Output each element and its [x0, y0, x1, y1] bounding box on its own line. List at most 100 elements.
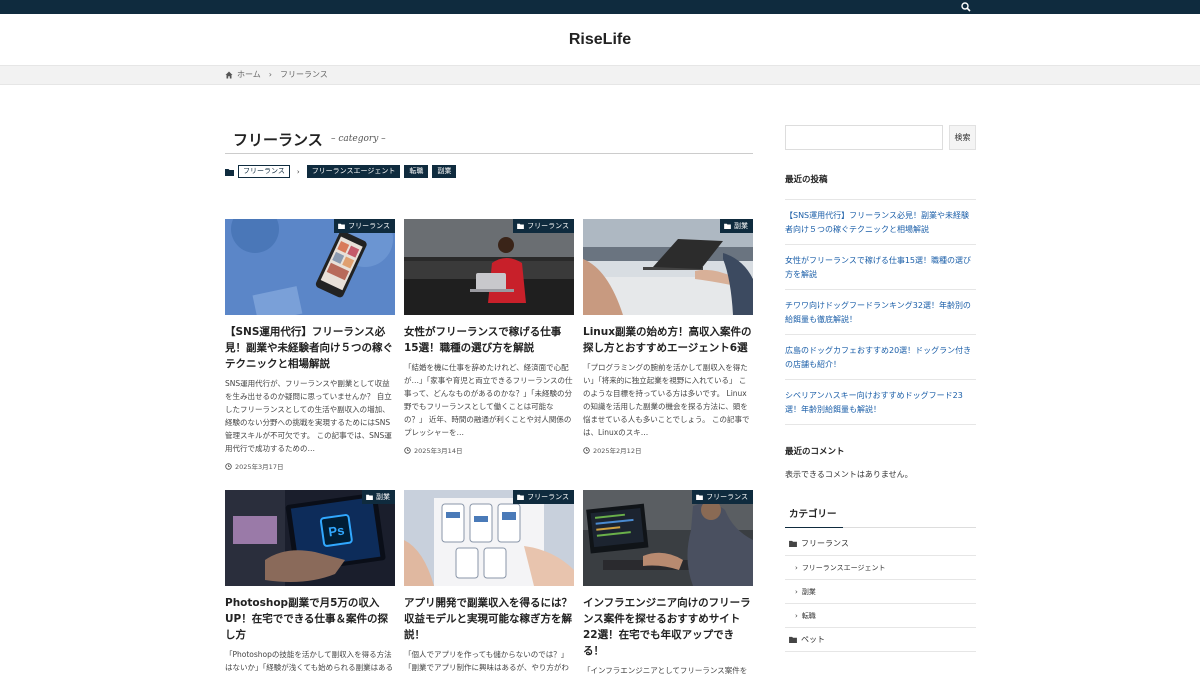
post-excerpt: SNS運用代行が、フリーランスや副業として収益を生み出せるのか疑問に思っていませ…	[225, 379, 392, 453]
breadcrumb-current: フリーランス	[279, 70, 328, 79]
post-title[interactable]: 【SNS運用代行】フリーランス必見！副業や未経験者向け５つの稼ぐテクニックと相場…	[225, 324, 395, 372]
post-category-badge: 副業	[362, 490, 395, 504]
recent-post-link[interactable]: 【SNS運用代行】フリーランス必見！副業や未経験者向け５つの稼ぐテクニックと相場…	[785, 200, 976, 245]
post-card[interactable]: フリーランス インフラエンジニア向けのフリーランス案件を探せるおすすめサイト22…	[583, 490, 753, 675]
recent-posts-widget: 最近の投稿 【SNS運用代行】フリーランス必見！副業や未経験者向け５つの稼ぐテク…	[785, 173, 976, 425]
chevron-right-icon: ›	[795, 563, 798, 572]
category-label: ペット	[801, 635, 825, 644]
badge-label: フリーランス	[706, 493, 748, 501]
categories-title: カテゴリー	[785, 506, 843, 528]
site-title[interactable]: RiseLife	[569, 31, 631, 49]
category-tag-child[interactable]: フリーランスエージェント	[306, 165, 401, 178]
category-item[interactable]: フリーランス	[785, 532, 976, 556]
badge-label: フリーランス	[527, 222, 569, 230]
category-item[interactable]: › 転職	[785, 604, 976, 628]
folder-icon	[789, 636, 797, 643]
post-category-badge: フリーランス	[334, 219, 395, 233]
category-item[interactable]: › 副業	[785, 580, 976, 604]
category-tag-child[interactable]: 副業	[432, 165, 457, 178]
no-comments-text: 表示できるコメントはありません。	[785, 470, 913, 479]
post-category-badge: フリーランス	[692, 490, 753, 504]
categories-list: フリーランス › フリーランスエージェント › 副業 › 転職 ペット	[785, 532, 976, 652]
post-excerpt: 「プログラミングの腕前を活かして副収入を得たい」「将来的に独立起業を視野に入れて…	[583, 363, 750, 437]
post-date-text: 2025年3月14日	[414, 447, 463, 455]
main-content: フリーランス – category – フリーランス › フリーランスエージェン…	[225, 125, 753, 675]
post-thumbnail[interactable]: Ps 副業	[225, 490, 395, 586]
recent-posts-list: 【SNS運用代行】フリーランス必見！副業や未経験者向け５つの稼ぐテクニックと相場…	[785, 199, 976, 425]
post-thumbnail[interactable]: フリーランス	[404, 490, 574, 586]
engineer-laptop-photo	[583, 490, 753, 586]
top-bar	[0, 0, 1200, 14]
folder-icon	[225, 168, 234, 176]
clock-icon	[225, 462, 232, 470]
chevron-right-icon: ›	[268, 70, 272, 79]
category-label: フリーランスエージェント	[801, 563, 886, 572]
page-heading: フリーランス – category –	[225, 125, 753, 154]
folder-icon	[517, 223, 524, 229]
post-card[interactable]: Ps 副業 Photoshop副業で月5万の収入UP！在宅でできる仕事＆案件の探…	[225, 490, 395, 675]
search-input[interactable]	[785, 125, 943, 150]
folder-icon	[789, 540, 797, 547]
clock-icon	[404, 446, 411, 454]
category-label: フリーランス	[801, 539, 849, 548]
category-item[interactable]: ペット	[785, 628, 976, 652]
folder-icon	[338, 223, 345, 229]
chevron-right-icon: ›	[795, 611, 798, 620]
post-thumbnail[interactable]: フリーランス	[404, 219, 574, 315]
badge-label: フリーランス	[527, 493, 569, 501]
laptop-desk-photo	[583, 219, 753, 315]
folder-icon	[696, 494, 703, 500]
post-title[interactable]: 女性がフリーランスで稼げる仕事15選！職種の選び方を解説	[404, 324, 574, 356]
page-subtitle: – category –	[331, 134, 386, 144]
category-item[interactable]: › フリーランスエージェント	[785, 556, 976, 580]
chevron-right-icon: ›	[795, 587, 798, 596]
post-excerpt: 「Photoshopの技能を活かして副収入を得る方法はないか」「経験が浅くても始…	[225, 650, 394, 672]
post-card[interactable]: フリーランス 【SNS運用代行】フリーランス必見！副業や未経験者向け５つの稼ぐテ…	[225, 219, 395, 471]
category-tags: フリーランス › フリーランスエージェント 転職 副業	[225, 165, 457, 178]
post-card[interactable]: フリーランス 女性がフリーランスで稼げる仕事15選！職種の選び方を解説 「結婚を…	[404, 219, 574, 455]
post-title[interactable]: Linux副業の始め方！高収入案件の探し方とおすすめエージェント6選	[583, 324, 753, 356]
search-icon[interactable]	[960, 1, 972, 13]
post-excerpt: 「結婚を機に仕事を辞めたけれど、経済面で心配が…」「家事や育児と両立できるフリー…	[404, 363, 573, 437]
post-date-text: 2025年2月12日	[593, 447, 642, 455]
recent-post-link[interactable]: チワワ向けドッグフードランキング32選！年齢別の給餌量も徹底解説！	[785, 290, 976, 335]
recent-comments-title: 最近のコメント	[785, 447, 845, 457]
chevron-right-icon: ›	[296, 167, 300, 176]
post-title[interactable]: インフラエンジニア向けのフリーランス案件を探せるおすすめサイト22選！在宅でも年…	[583, 595, 753, 659]
page-title: フリーランス	[233, 131, 323, 149]
home-icon	[225, 71, 233, 78]
post-card[interactable]: フリーランス アプリ開発で副業収入を得るには？収益モデルと実現可能な稼ぎ方を解説…	[404, 490, 574, 675]
post-thumbnail[interactable]: フリーランス	[583, 490, 753, 586]
folder-icon	[724, 223, 731, 229]
post-category-badge: フリーランス	[513, 490, 574, 504]
badge-label: フリーランス	[348, 222, 390, 230]
breadcrumb-home[interactable]: ホーム	[237, 69, 261, 80]
post-title[interactable]: アプリ開発で副業収入を得るには？収益モデルと実現可能な稼ぎ方を解説！	[404, 595, 574, 643]
recent-post-link[interactable]: シベリアンハスキー向けおすすめドッグフード23選！年齢別給餌量も解説！	[785, 380, 976, 425]
folder-icon	[366, 494, 373, 500]
post-title[interactable]: Photoshop副業で月5万の収入UP！在宅でできる仕事＆案件の探し方	[225, 595, 395, 643]
woman-laptop-photo	[404, 219, 574, 315]
post-category-badge: フリーランス	[513, 219, 574, 233]
post-date: 2025年2月12日	[583, 445, 753, 455]
app-sketch-photo	[404, 490, 574, 586]
sidebar-search: 検索	[785, 125, 976, 150]
badge-label: 副業	[376, 493, 390, 501]
recent-post-link[interactable]: 広島のドッグカフェおすすめ20選！ドッグラン付きの店舗も紹介！	[785, 335, 976, 380]
post-card[interactable]: 副業 Linux副業の始め方！高収入案件の探し方とおすすめエージェント6選 「プ…	[583, 219, 753, 455]
svg-text:Ps: Ps	[327, 522, 345, 539]
search-button[interactable]: 検索	[949, 125, 976, 150]
photoshop-tablet-photo: Ps	[225, 490, 395, 586]
category-tag-parent[interactable]: フリーランス	[238, 165, 290, 178]
post-thumbnail[interactable]: 副業	[583, 219, 753, 315]
post-date: 2025年3月17日	[225, 461, 395, 471]
recent-posts-title: 最近の投稿	[785, 175, 828, 185]
category-tag-child[interactable]: 転職	[404, 165, 429, 178]
category-label: 転職	[801, 611, 816, 620]
site-header: RiseLife	[0, 14, 1200, 65]
post-thumbnail[interactable]: フリーランス	[225, 219, 395, 315]
recent-post-link[interactable]: 女性がフリーランスで稼げる仕事15選！職種の選び方を解説	[785, 245, 976, 290]
recent-comments-widget: 最近のコメント 表示できるコメントはありません。	[785, 445, 976, 480]
post-excerpt: 「個人でアプリを作っても儲からないのでは？」「副業でアプリ制作に興味はあるが、や…	[404, 650, 569, 672]
post-category-badge: 副業	[720, 219, 753, 233]
